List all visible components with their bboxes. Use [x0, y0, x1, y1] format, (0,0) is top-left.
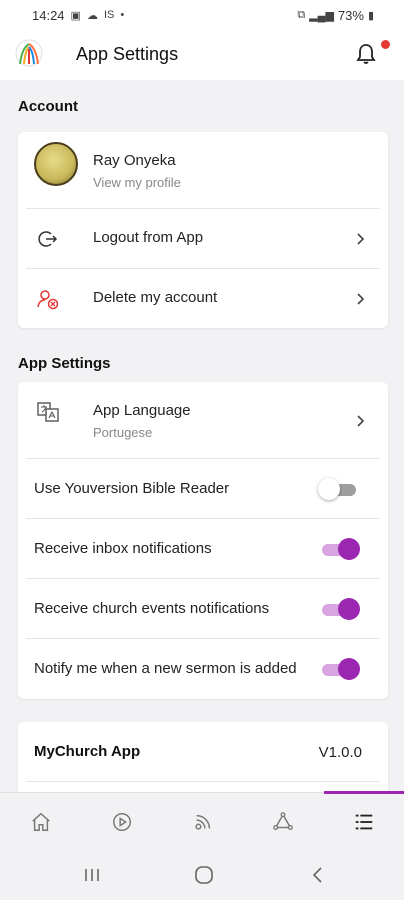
- bottom-tab-bar: [0, 791, 404, 850]
- church-events-toggle[interactable]: [320, 598, 360, 620]
- logout-row[interactable]: Logout from App: [26, 209, 380, 269]
- new-sermon-toggle[interactable]: [320, 658, 360, 680]
- app-settings-card: App Language Portugese Use Youversion Bi…: [18, 382, 388, 699]
- church-logo-icon[interactable]: [14, 38, 44, 68]
- menu-list-icon: [355, 814, 373, 830]
- toggle-row-sermon: Notify me when a new sermon is added: [26, 639, 380, 699]
- notification-badge: [381, 40, 390, 49]
- app-bar: App Settings: [0, 30, 404, 80]
- app-language-row[interactable]: App Language Portugese: [26, 382, 380, 459]
- account-card: Ray Onyeka View my profile Logout from A…: [18, 132, 388, 328]
- tab-media[interactable]: [109, 809, 135, 835]
- about-card: MyChurch App V1.0.0: [18, 722, 388, 792]
- system-nav-bar: [0, 850, 404, 900]
- active-tab-indicator: [324, 791, 404, 794]
- tab-home[interactable]: [28, 809, 54, 835]
- toggle-label: Receive inbox notifications: [34, 540, 212, 557]
- status-bar: 14:24 ▣ ☁ IS • ⧉ ▂▄▆ 73% ▮: [0, 0, 404, 30]
- battery-icon: ▮: [367, 9, 374, 22]
- gallery-notification-icon: ▣: [70, 9, 81, 22]
- app-language-value: Portugese: [93, 425, 153, 440]
- delete-account-row[interactable]: Delete my account: [26, 269, 380, 329]
- chevron-right-icon: [357, 293, 365, 305]
- status-time: 14:24: [32, 7, 65, 23]
- app-version: V1.0.0: [318, 743, 362, 761]
- inbox-notifications-toggle[interactable]: [320, 538, 360, 560]
- tab-podcast[interactable]: [190, 809, 216, 835]
- tab-community[interactable]: [270, 809, 296, 835]
- carrier-text: IS: [103, 9, 115, 21]
- cloud-notification-icon: ☁: [86, 9, 98, 22]
- tab-settings[interactable]: [351, 809, 377, 835]
- play-icon: [113, 813, 131, 831]
- app-settings-section-title: App Settings: [18, 355, 111, 372]
- recent-apps-icon: [85, 869, 99, 881]
- app-version-row: MyChurch App V1.0.0: [26, 722, 380, 782]
- back-button[interactable]: [307, 864, 329, 886]
- recent-apps-button[interactable]: [81, 864, 103, 886]
- chevron-right-icon: [357, 233, 365, 245]
- notification-bell-icon[interactable]: [354, 42, 378, 66]
- profile-row[interactable]: Ray Onyeka View my profile: [26, 132, 380, 209]
- logout-icon: [38, 231, 58, 247]
- toggle-label: Receive church events notifications: [34, 600, 270, 617]
- podcast-icon: [195, 814, 211, 830]
- page-title: App Settings: [76, 44, 179, 64]
- delete-account-label: Delete my account: [93, 289, 218, 306]
- logout-label: Logout from App: [93, 229, 204, 246]
- chevron-right-icon: [357, 414, 365, 427]
- profile-name: Ray Onyeka: [93, 152, 176, 169]
- wifi-calling-icon: ⧉: [297, 8, 306, 21]
- profile-subtitle: View my profile: [93, 175, 181, 190]
- avatar: [34, 142, 78, 186]
- delete-user-icon: [37, 290, 59, 310]
- home-button[interactable]: [193, 864, 215, 886]
- toggle-row-inbox: Receive inbox notifications: [26, 519, 380, 579]
- community-icon: [273, 812, 293, 830]
- battery-level: 73%: [337, 7, 364, 23]
- toggle-row-events: Receive church events notifications: [26, 579, 380, 639]
- back-icon: [312, 867, 322, 883]
- system-home-icon: [195, 866, 213, 884]
- app-name: MyChurch App: [34, 743, 141, 760]
- translate-icon: [37, 402, 59, 422]
- app-language-label: App Language: [93, 402, 191, 419]
- youversion-toggle[interactable]: [318, 478, 358, 500]
- toggle-label: Use Youversion Bible Reader: [34, 480, 230, 497]
- home-icon: [32, 812, 50, 831]
- account-section-title: Account: [18, 98, 78, 115]
- toggle-row-youversion: Use Youversion Bible Reader: [26, 459, 380, 519]
- dot-icon: •: [120, 9, 125, 21]
- signal-icon: ▂▄▆: [309, 9, 334, 22]
- toggle-label: Notify me when a new sermon is added: [34, 660, 297, 677]
